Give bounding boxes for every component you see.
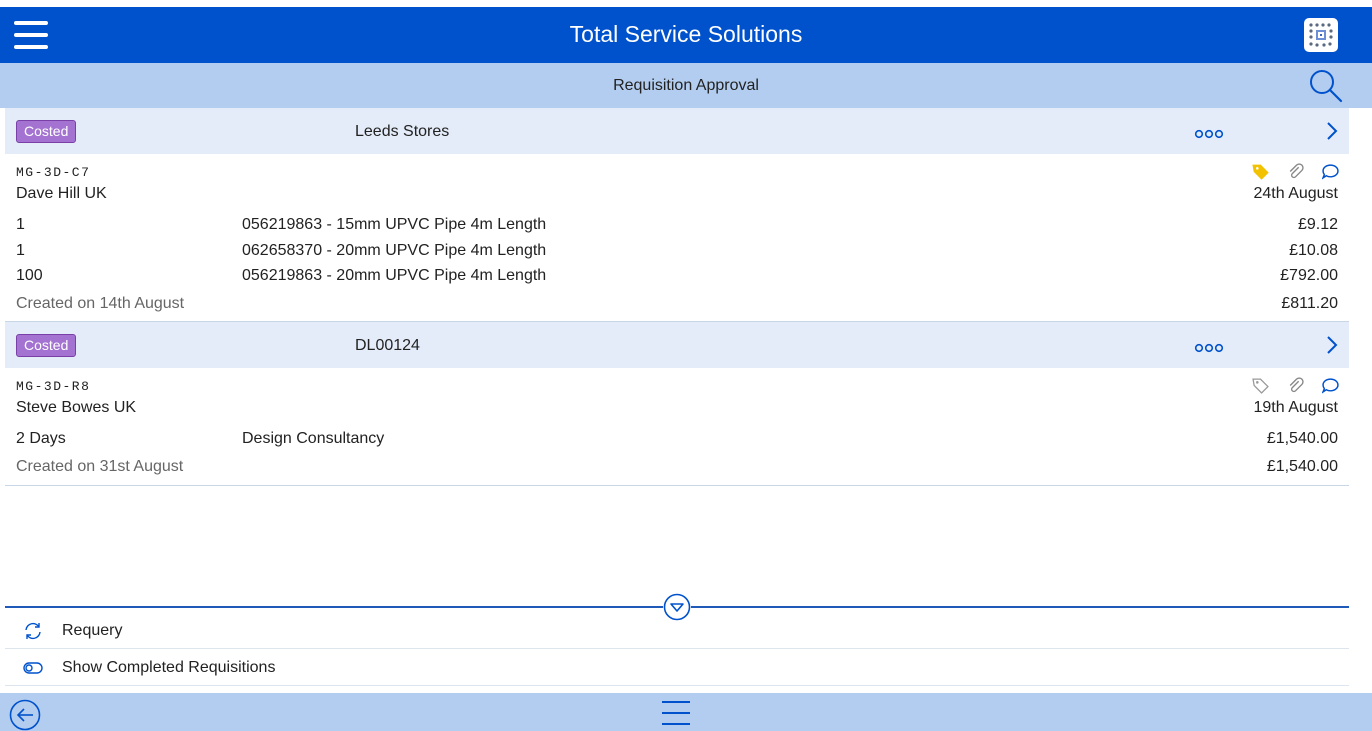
line-item: 2 Days Design Consultancy £1,540.00	[5, 430, 1349, 452]
requery-option[interactable]: Requery	[5, 612, 1349, 649]
search-button[interactable]	[1308, 68, 1344, 104]
requisition-date: 19th August	[1253, 399, 1338, 416]
line-item: 1 062658370 - 20mm UPVC Pipe 4m Length £…	[5, 242, 1349, 264]
toggle-off-icon	[23, 662, 43, 674]
page-title: Requisition Approval	[613, 77, 759, 94]
status-badge: Costed	[16, 334, 77, 357]
status-badge: Costed	[16, 120, 77, 143]
line-description: Design Consultancy	[242, 430, 385, 447]
requisition-code: MG-3D-R8	[16, 379, 91, 394]
tag-icon[interactable]	[1252, 377, 1269, 394]
app-grid-logo-icon[interactable]	[1304, 18, 1338, 52]
requisition-body: MG-3D-R8 Steve Bowes UK 19th August 2 Da…	[5, 368, 1349, 486]
line-qty: 100	[16, 267, 43, 284]
more-options-button[interactable]	[1194, 126, 1224, 139]
requisition-date: 24th August	[1253, 185, 1338, 202]
line-price: £9.12	[1297, 216, 1338, 233]
bottom-toolbar	[0, 693, 1372, 731]
requisition-code: MG-3D-C7	[16, 165, 91, 180]
more-dots-icon	[1194, 129, 1224, 139]
app-title: Total Service Solutions	[569, 21, 803, 47]
open-requisition-button[interactable]	[1325, 334, 1339, 356]
line-description: 062658370 - 20mm UPVC Pipe 4m Length	[242, 242, 547, 259]
more-options-button[interactable]	[1194, 340, 1224, 353]
comment-icon[interactable]	[1322, 377, 1339, 394]
requisition-body: MG-3D-C7 Dave Hill UK 24th August 1 0562…	[5, 154, 1349, 322]
back-button[interactable]	[9, 699, 41, 731]
open-requisition-button[interactable]	[1325, 120, 1339, 142]
comment-icon[interactable]	[1322, 163, 1339, 180]
chevron-right-icon	[1327, 122, 1338, 140]
bottom-menu-button[interactable]	[661, 700, 691, 726]
show-completed-toggle[interactable]: Show Completed Requisitions	[5, 649, 1349, 686]
page-subheader: Requisition Approval	[0, 63, 1372, 108]
requery-label: Requery	[62, 622, 123, 639]
paperclip-icon[interactable]	[1287, 376, 1304, 394]
requisition-name: DL00124	[355, 337, 420, 354]
requisition-total: £811.20	[1281, 295, 1338, 312]
requisition-header[interactable]: Costed Leeds Stores	[5, 108, 1349, 154]
created-date: Created on 31st August	[16, 458, 184, 475]
line-price: £792.00	[1280, 267, 1338, 284]
line-item: 100 056219863 - 20mm UPVC Pipe 4m Length…	[5, 267, 1349, 289]
more-dots-icon	[1194, 343, 1224, 353]
line-item: 1 056219863 - 15mm UPVC Pipe 4m Length £…	[5, 216, 1349, 238]
requester-name: Dave Hill UK	[16, 185, 107, 202]
requisition-action-icons	[1252, 376, 1339, 394]
line-price: £1,540.00	[1266, 430, 1338, 447]
paperclip-icon[interactable]	[1287, 162, 1304, 180]
requisition-total: £1,540.00	[1266, 458, 1338, 475]
created-date: Created on 14th August	[16, 295, 185, 312]
requisition-header[interactable]: Costed DL00124	[5, 322, 1349, 368]
show-completed-label: Show Completed Requisitions	[62, 659, 276, 676]
line-qty: 2 Days	[16, 430, 66, 447]
tag-icon[interactable]	[1252, 163, 1269, 180]
requester-name: Steve Bowes UK	[16, 399, 137, 416]
requisition-name: Leeds Stores	[355, 123, 450, 140]
menu-icon	[662, 701, 690, 725]
chevron-right-icon	[1327, 336, 1338, 354]
line-description: 056219863 - 15mm UPVC Pipe 4m Length	[242, 216, 547, 233]
back-arrow-icon	[9, 699, 41, 731]
line-qty: 1	[16, 216, 25, 233]
requisition-action-icons	[1252, 162, 1339, 180]
refresh-icon	[25, 622, 41, 640]
search-icon	[1310, 70, 1343, 103]
line-description: 056219863 - 20mm UPVC Pipe 4m Length	[242, 267, 547, 284]
line-price: £10.08	[1289, 242, 1338, 259]
line-qty: 1	[16, 242, 25, 259]
app-header: Total Service Solutions	[0, 7, 1372, 63]
